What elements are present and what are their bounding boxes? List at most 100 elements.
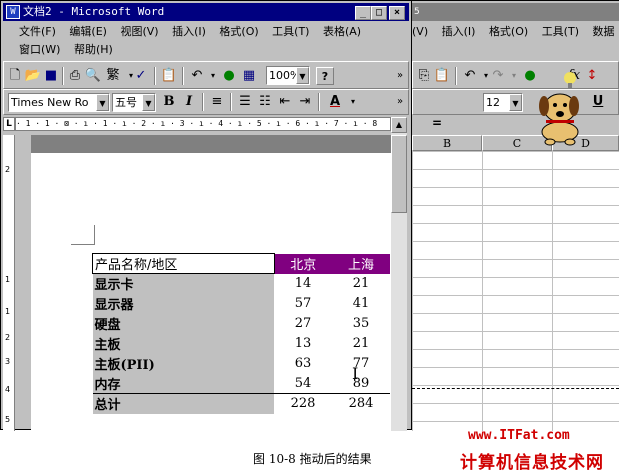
row-name[interactable]: 主板 bbox=[92, 333, 274, 354]
italic-icon[interactable]: I bbox=[180, 93, 198, 111]
menu-view[interactable]: 视图(V) bbox=[120, 25, 158, 38]
chevron-down-icon[interactable]: ▼ bbox=[96, 94, 109, 111]
chevron-down-icon[interactable]: ▼ bbox=[509, 94, 522, 111]
print-icon[interactable]: ⎙ bbox=[66, 67, 84, 85]
spreadsheet-grid[interactable] bbox=[412, 151, 619, 431]
word-title-bar[interactable]: W 文档2 - Microsoft Word _ □ × bbox=[3, 3, 409, 21]
align-justify-icon[interactable]: ≡ bbox=[208, 93, 226, 111]
cell-value[interactable]: 21 bbox=[332, 334, 390, 354]
cell-value[interactable]: 57 bbox=[274, 294, 332, 314]
cell-value[interactable]: 27 bbox=[274, 314, 332, 334]
menu-file[interactable]: 文件(F) bbox=[19, 25, 56, 38]
font-color-icon[interactable]: A bbox=[326, 93, 344, 111]
web-toolbar-icon[interactable]: ● bbox=[220, 67, 238, 85]
horizontal-ruler[interactable]: · 1 · 1 · ⊠ · ı · 1 · ı · 2 · ı · 3 · ı … bbox=[15, 117, 391, 131]
menu-format[interactable]: 格式(O) bbox=[489, 25, 528, 38]
toolbar-separator bbox=[182, 67, 184, 85]
standard-toolbar: 🗋 📂 ■ ⎙ 🔍 繁 ▾ ✓ 📋 ↶ ▾ ● ▦ 100% ▼ ? » bbox=[3, 61, 409, 89]
print-preview-icon[interactable]: 🔍 bbox=[84, 67, 102, 85]
font-name-value: Times New Ro bbox=[11, 96, 89, 109]
row-name[interactable]: 显示器 bbox=[92, 293, 274, 314]
open-folder-icon[interactable]: 📂 bbox=[24, 67, 42, 85]
word-menu-bar: 文件(F) 编辑(E) 视图(V) 插入(I) 格式(O) 工具(T) 表格(A… bbox=[19, 23, 371, 41]
cell-value[interactable]: 21 bbox=[332, 274, 390, 294]
close-button[interactable]: × bbox=[389, 6, 405, 20]
toolbar-more-icon[interactable]: » bbox=[394, 67, 406, 85]
traditional-chinese-icon[interactable]: 繁 bbox=[104, 67, 122, 85]
table-header-row: 产品名称/地区 北京 上海 bbox=[92, 253, 390, 274]
minimize-button[interactable]: _ bbox=[355, 6, 371, 20]
table-icon[interactable]: ▦ bbox=[240, 67, 258, 85]
menu-table[interactable]: 表格(A) bbox=[323, 25, 361, 38]
vertical-ruler[interactable]: 2 1 1 2 3 4 5 bbox=[3, 135, 15, 431]
scrollbar-thumb[interactable] bbox=[391, 135, 407, 213]
header-city-beijing[interactable]: 北京 bbox=[274, 253, 332, 274]
font-color-dropdown-icon[interactable]: ▾ bbox=[344, 93, 362, 111]
row-name[interactable]: 硬盘 bbox=[92, 313, 274, 334]
chevron-down-icon[interactable]: ▼ bbox=[142, 94, 155, 111]
scroll-up-arrow-icon[interactable]: ▲ bbox=[391, 117, 407, 133]
menu-tools[interactable]: 工具(T) bbox=[542, 25, 579, 38]
header-city-shanghai[interactable]: 上海 bbox=[332, 253, 390, 274]
menu-insert[interactable]: 插入(I) bbox=[442, 25, 476, 38]
row-name[interactable]: 内存 bbox=[92, 373, 274, 394]
cell-value[interactable]: 35 bbox=[332, 314, 390, 334]
increase-indent-icon[interactable]: ⇥ bbox=[296, 93, 314, 111]
menu-format[interactable]: 格式(O) bbox=[219, 25, 258, 38]
total-value[interactable]: 228 bbox=[274, 393, 332, 414]
new-document-icon[interactable]: 🗋 bbox=[6, 67, 24, 85]
total-name[interactable]: 总计 bbox=[92, 393, 274, 414]
maximize-button[interactable]: □ bbox=[371, 6, 387, 20]
header-product-region[interactable]: 产品名称/地区 bbox=[92, 253, 275, 274]
help-icon[interactable]: ? bbox=[316, 67, 334, 85]
cell-value[interactable]: 14 bbox=[274, 274, 332, 294]
vruler-mark: 4 bbox=[5, 385, 11, 394]
underline-icon[interactable]: U bbox=[589, 93, 607, 111]
figure-caption: 图 10-8 拖动后的结果 bbox=[253, 452, 372, 466]
toolbar-separator bbox=[455, 67, 457, 85]
cell-value[interactable]: 13 bbox=[274, 334, 332, 354]
table-row: 内存 54 89 bbox=[92, 373, 391, 394]
menu-insert[interactable]: 插入(I) bbox=[172, 25, 206, 38]
office-assistant-dog-icon[interactable] bbox=[530, 70, 590, 148]
menu-help[interactable]: 帮助(H) bbox=[74, 43, 113, 56]
spelling-icon[interactable]: ✓ bbox=[132, 67, 150, 85]
menu-edit[interactable]: 编辑(E) bbox=[69, 25, 107, 38]
sales-table[interactable]: 产品名称/地区 北京 上海 显示卡 14 21 显示器 57 41 硬盘 27 … bbox=[92, 253, 390, 414]
excel-font-size-select[interactable]: 12 ▼ bbox=[483, 93, 523, 112]
cell-value[interactable]: 54 bbox=[274, 374, 332, 394]
numbered-list-icon[interactable]: ☰ bbox=[236, 93, 254, 111]
row-name[interactable]: 显示卡 bbox=[92, 273, 274, 294]
excel-title-bar[interactable]: 5 bbox=[412, 3, 619, 21]
save-icon[interactable]: ■ bbox=[42, 67, 60, 85]
tab-selector[interactable]: L bbox=[3, 117, 15, 131]
toolbar-more-icon[interactable]: » bbox=[394, 93, 406, 111]
vruler-mark: 2 bbox=[5, 165, 11, 174]
column-header-b[interactable]: B bbox=[412, 135, 482, 151]
menu-window[interactable]: 窗口(W) bbox=[19, 43, 60, 56]
paste-icon[interactable]: 📋 bbox=[160, 67, 178, 85]
menu-tools[interactable]: 工具(T) bbox=[272, 25, 309, 38]
text-boundary-corner bbox=[71, 225, 95, 245]
font-name-select[interactable]: Times New Ro ▼ bbox=[8, 93, 110, 112]
cell-value[interactable]: 41 bbox=[332, 294, 390, 314]
formula-equals-icon[interactable]: = bbox=[432, 116, 442, 130]
menu-view[interactable]: (V) bbox=[412, 25, 428, 38]
cell-value[interactable]: 63 bbox=[274, 354, 332, 374]
bulleted-list-icon[interactable]: ☷ bbox=[256, 93, 274, 111]
decrease-indent-icon[interactable]: ⇤ bbox=[276, 93, 294, 111]
word-app-icon[interactable]: W bbox=[6, 5, 20, 19]
bold-icon[interactable]: B bbox=[160, 93, 178, 111]
row-name[interactable]: 主板(PII) bbox=[92, 353, 274, 374]
chevron-down-icon[interactable]: ▼ bbox=[296, 67, 309, 84]
menu-data[interactable]: 数据 bbox=[593, 25, 615, 38]
font-size-select[interactable]: 五号 ▼ bbox=[112, 93, 156, 112]
copy-icon[interactable]: ⎘ bbox=[415, 67, 433, 85]
table-row: 主板(PII) 63 77 bbox=[92, 353, 391, 374]
zoom-select[interactable]: 100% ▼ bbox=[266, 66, 310, 85]
cell-value[interactable]: 89 bbox=[332, 374, 390, 394]
paste-icon[interactable]: 📋 bbox=[433, 67, 451, 85]
total-value[interactable]: 284 bbox=[332, 393, 390, 414]
cell-value[interactable]: 77 bbox=[332, 354, 390, 374]
table-row: 硬盘 27 35 bbox=[92, 313, 391, 334]
